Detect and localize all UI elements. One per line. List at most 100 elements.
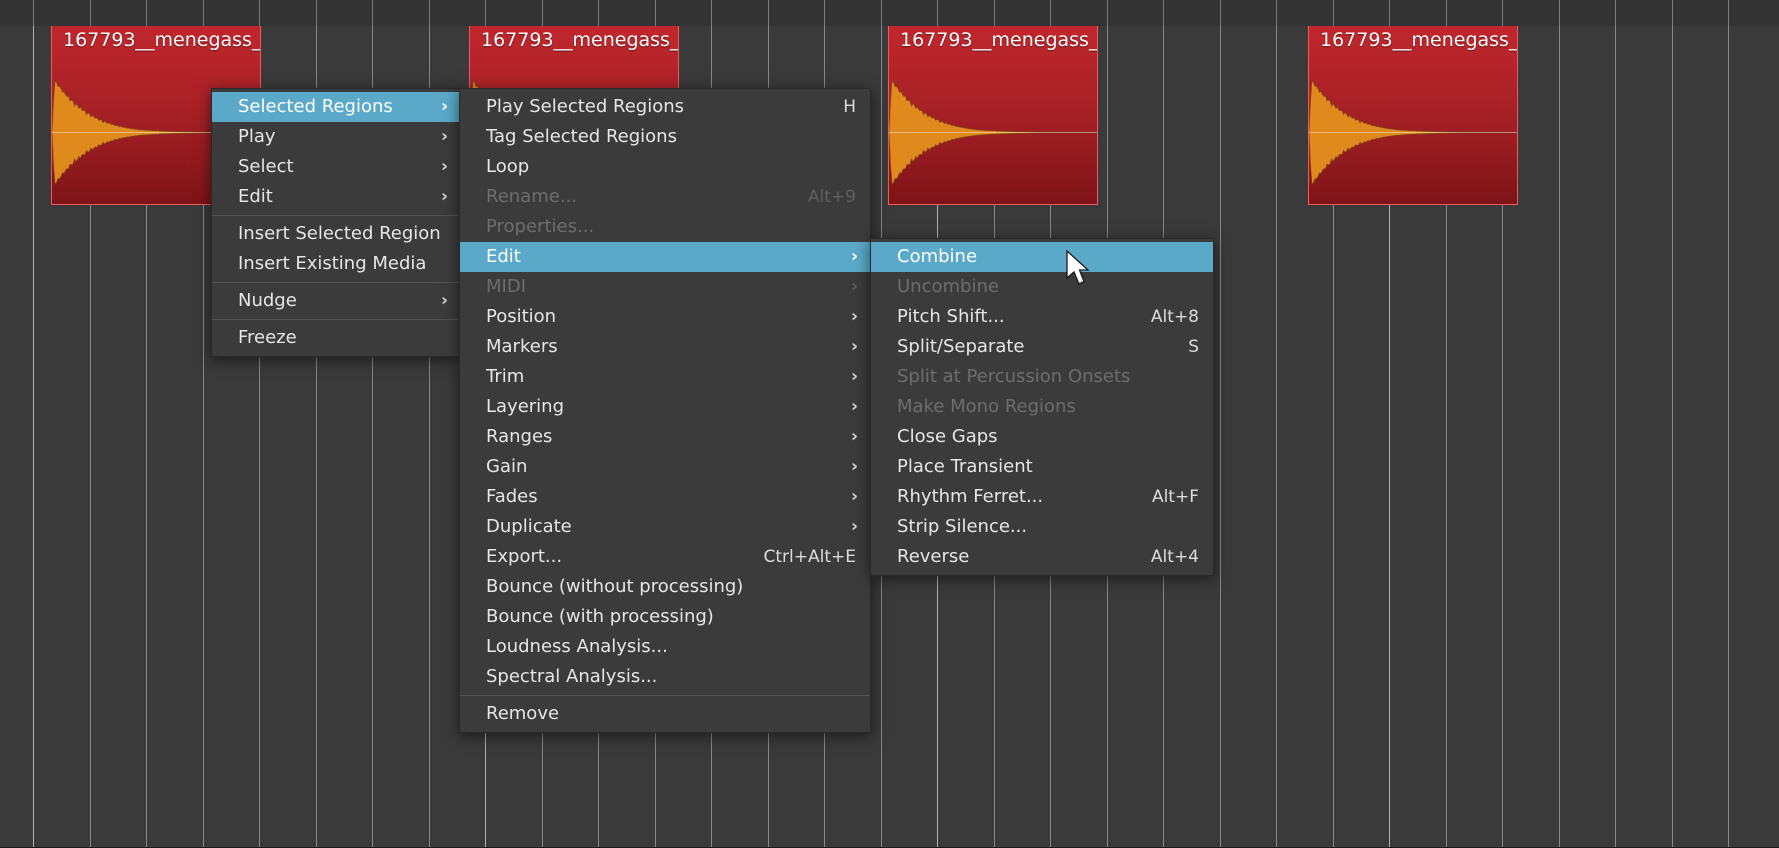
menu-item-selected-edit[interactable]: Edit › (460, 242, 870, 272)
ruler-tick (824, 0, 825, 26)
menu-item-selected-export[interactable]: Export... Ctrl+Alt+E (460, 542, 870, 572)
ruler-tick (1672, 0, 1673, 26)
ruler-tick (1446, 0, 1447, 26)
menu-item-shortcut: H (843, 97, 856, 117)
menu-item-label: Edit (238, 186, 273, 207)
waveform-zero-line (889, 132, 1097, 133)
gridline (1559, 383, 1560, 561)
gridline (1220, 383, 1221, 561)
menu-item-region-insert-existing-media[interactable]: Insert Existing Media (212, 249, 460, 279)
gridline (1728, 205, 1729, 383)
gridline (203, 205, 204, 383)
chevron-right-icon: › (850, 306, 858, 327)
menu-item-edit-strip-silence[interactable]: Strip Silence... (871, 512, 1213, 542)
menu-item-edit-combine[interactable]: Combine (871, 242, 1213, 272)
track-lane[interactable] (0, 561, 1779, 740)
chevron-right-icon: › (850, 456, 858, 477)
menu-item-selected-gain[interactable]: Gain › (460, 452, 870, 482)
menu-item-selected-remove[interactable]: Remove (460, 699, 870, 729)
region-name-label: 167793__menegass__r (481, 29, 679, 51)
menu-item-label: Split/Separate (897, 336, 1025, 357)
gridline (1107, 739, 1108, 847)
gridline (937, 739, 938, 847)
menu-item-selected-loop[interactable]: Loop (460, 152, 870, 182)
ruler-tick (881, 0, 882, 26)
chevron-right-icon: › (440, 186, 448, 207)
menu-item-edit-reverse[interactable]: Reverse Alt+4 (871, 542, 1213, 572)
gridline (1559, 739, 1560, 847)
menu-item-label: Insert Existing Media (238, 253, 427, 274)
menu-item-selected-duplicate[interactable]: Duplicate › (460, 512, 870, 542)
gridline (1163, 561, 1164, 739)
menu-item-region-insert-selected-region[interactable]: Insert Selected Region (212, 219, 460, 249)
audio-region[interactable]: 167793__menegass__r (888, 26, 1098, 205)
menu-item-label: Layering (486, 396, 565, 417)
menu-item-region-freeze[interactable]: Freeze (212, 323, 460, 353)
ruler-tick (768, 0, 769, 26)
ruler-tick (1050, 0, 1051, 26)
menu-separator (212, 282, 460, 283)
menu-item-selected-position[interactable]: Position › (460, 302, 870, 332)
audio-region[interactable]: 167793__menegass__r (1308, 26, 1518, 205)
menu-item-selected-spectral-analysis[interactable]: Spectral Analysis... (460, 662, 870, 692)
menu-item-selected-bounce-without-processing[interactable]: Bounce (without processing) (460, 572, 870, 602)
gridline (994, 739, 995, 847)
gridline (1728, 26, 1729, 205)
ruler-tick (994, 0, 995, 26)
ruler-tick (1276, 0, 1277, 26)
region-context-menu[interactable]: Selected Regions › Play › Select › Edit › Insert… (211, 88, 461, 357)
gridline (881, 561, 882, 739)
menu-item-edit-place-transient[interactable]: Place Transient (871, 452, 1213, 482)
chevron-right-icon: › (440, 290, 448, 311)
gridline (1050, 561, 1051, 739)
region-waveform (1309, 60, 1517, 204)
menu-item-selected-midi: MIDI › (460, 272, 870, 302)
region-name-label: 167793__menegass__r (1320, 29, 1518, 51)
menu-item-edit-split-separate[interactable]: Split/Separate S (871, 332, 1213, 362)
menu-item-region-nudge[interactable]: Nudge › (212, 286, 460, 316)
timeline-ruler[interactable] (0, 0, 1779, 26)
gridline (1276, 205, 1277, 383)
gridline (1107, 561, 1108, 739)
menu-item-label: Duplicate (486, 516, 572, 537)
menu-item-selected-markers[interactable]: Markers › (460, 332, 870, 362)
menu-item-selected-trim[interactable]: Trim › (460, 362, 870, 392)
menu-item-selected-rename: Rename... Alt+9 (460, 182, 870, 212)
menu-item-selected-fades[interactable]: Fades › (460, 482, 870, 512)
gridline (994, 561, 995, 739)
ruler-tick (90, 0, 91, 26)
menu-item-label: Select (238, 156, 294, 177)
menu-item-selected-loudness-analysis[interactable]: Loudness Analysis... (460, 632, 870, 662)
menu-item-region-edit[interactable]: Edit › (212, 182, 460, 212)
gridline (1502, 561, 1503, 739)
menu-item-edit-pitch-shift[interactable]: Pitch Shift... Alt+8 (871, 302, 1213, 332)
gridline (1615, 383, 1616, 561)
selected-regions-submenu[interactable]: Play Selected Regions H Tag Selected Regio… (459, 88, 871, 733)
menu-item-selected-ranges[interactable]: Ranges › (460, 422, 870, 452)
gridline (1728, 383, 1729, 561)
gridline (598, 739, 599, 847)
gridline (1333, 205, 1334, 383)
menu-item-selected-layering[interactable]: Layering › (460, 392, 870, 422)
chevron-right-icon: › (850, 396, 858, 417)
menu-item-region-play[interactable]: Play › (212, 122, 460, 152)
menu-item-shortcut: Ctrl+Alt+E (763, 547, 857, 567)
menu-item-selected-play-selected-regions[interactable]: Play Selected Regions H (460, 92, 870, 122)
chevron-right-icon: › (850, 516, 858, 537)
menu-item-label: Markers (486, 336, 558, 357)
chevron-right-icon: › (850, 366, 858, 387)
menu-item-selected-tag-selected-regions[interactable]: Tag Selected Regions (460, 122, 870, 152)
edit-submenu[interactable]: Combine Uncombine Pitch Shift... Alt+8 Split… (870, 238, 1214, 576)
menu-item-region-selected-regions[interactable]: Selected Regions › (212, 92, 460, 122)
menu-item-region-select[interactable]: Select › (212, 152, 460, 182)
gridline (1276, 739, 1277, 847)
menu-item-selected-bounce-with-processing[interactable]: Bounce (with processing) (460, 602, 870, 632)
menu-item-edit-close-gaps[interactable]: Close Gaps (871, 422, 1213, 452)
track-lane[interactable] (0, 739, 1779, 848)
gridline (372, 739, 373, 847)
menu-item-shortcut: S (1188, 337, 1199, 357)
ruler-tick (203, 0, 204, 26)
menu-item-selected-properties: Properties... (460, 212, 870, 242)
ruler-tick (542, 0, 543, 26)
menu-item-edit-rhythm-ferret[interactable]: Rhythm Ferret... Alt+F (871, 482, 1213, 512)
